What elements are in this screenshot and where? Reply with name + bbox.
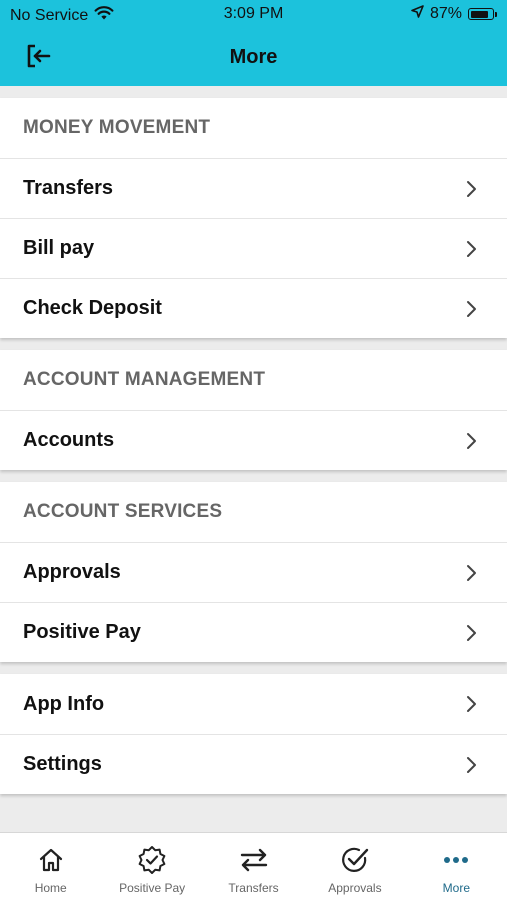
home-icon [36, 845, 66, 875]
tab-label: Positive Pay [119, 881, 186, 895]
menu-item-check-deposit[interactable]: Check Deposit [0, 278, 507, 338]
menu-item-label: App Info [23, 692, 105, 715]
tab-label: Approvals [328, 881, 382, 895]
tab-positive-pay[interactable]: Positive Pay [101, 833, 202, 901]
section-title: ACCOUNT SERVICES [23, 501, 223, 522]
nav-header: No Service 3:09 PM 87% More [0, 0, 507, 86]
menu-item-label: Accounts [23, 429, 115, 451]
chevron-right-icon [467, 240, 476, 257]
chevron-right-icon [467, 756, 476, 773]
menu-item-label: Transfers [23, 177, 114, 199]
chevron-right-icon [467, 624, 476, 641]
menu-item-transfers[interactable]: Transfers [0, 158, 507, 218]
transfer-arrows-icon [239, 845, 269, 875]
tab-bar: Home Positive Pay Transfers Approvals Mo… [0, 832, 507, 901]
menu-item-approvals[interactable]: Approvals [0, 542, 507, 602]
page-title: More [229, 46, 278, 68]
battery-fill [470, 10, 489, 18]
more-dots-icon [441, 845, 471, 875]
chevron-right-icon [467, 300, 476, 317]
battery-percent: 87% [429, 5, 462, 22]
menu-item-label: Settings [23, 753, 102, 775]
battery-icon [468, 8, 494, 20]
section-app: App Info Settings [0, 674, 507, 794]
tab-approvals[interactable]: Approvals [304, 833, 405, 901]
chevron-right-icon [467, 564, 476, 581]
section-title: ACCOUNT MANAGEMENT [23, 369, 266, 390]
tab-home[interactable]: Home [0, 833, 101, 901]
section-title: MONEY MOVEMENT [23, 117, 211, 138]
tab-label: More [442, 881, 470, 895]
chevron-right-icon [467, 696, 476, 712]
menu-item-positive-pay[interactable]: Positive Pay [0, 602, 507, 662]
menu-item-bill-pay[interactable]: Bill pay [0, 218, 507, 278]
menu-item-app-info[interactable]: App Info [0, 674, 507, 734]
chevron-right-icon [467, 180, 476, 197]
section-account-services: ACCOUNT SERVICES Approvals Positive Pay [0, 482, 507, 662]
menu-item-label: Check Deposit [23, 297, 162, 319]
menu-list: MONEY MOVEMENT Transfers Bill pay Check … [0, 98, 507, 806]
section-money-movement: MONEY MOVEMENT Transfers Bill pay Check … [0, 98, 507, 338]
menu-item-label: Approvals [23, 561, 121, 583]
section-account-management: ACCOUNT MANAGEMENT Accounts [0, 350, 507, 470]
tab-label: Transfers [228, 881, 279, 895]
location-arrow-icon [411, 5, 424, 23]
chevron-right-icon [467, 432, 476, 449]
menu-item-label: Bill pay [23, 237, 95, 259]
tab-label: Home [34, 881, 67, 895]
circle-check-icon [340, 845, 370, 875]
battery-nub [495, 11, 497, 17]
tab-transfers[interactable]: Transfers [203, 833, 304, 901]
status-bar: No Service 3:09 PM 87% [0, 0, 507, 30]
badge-check-icon [137, 845, 167, 875]
tab-more[interactable]: More [406, 833, 507, 901]
menu-item-label: Positive Pay [23, 621, 141, 643]
menu-item-settings[interactable]: Settings [0, 734, 507, 794]
menu-item-accounts[interactable]: Accounts [0, 410, 507, 470]
